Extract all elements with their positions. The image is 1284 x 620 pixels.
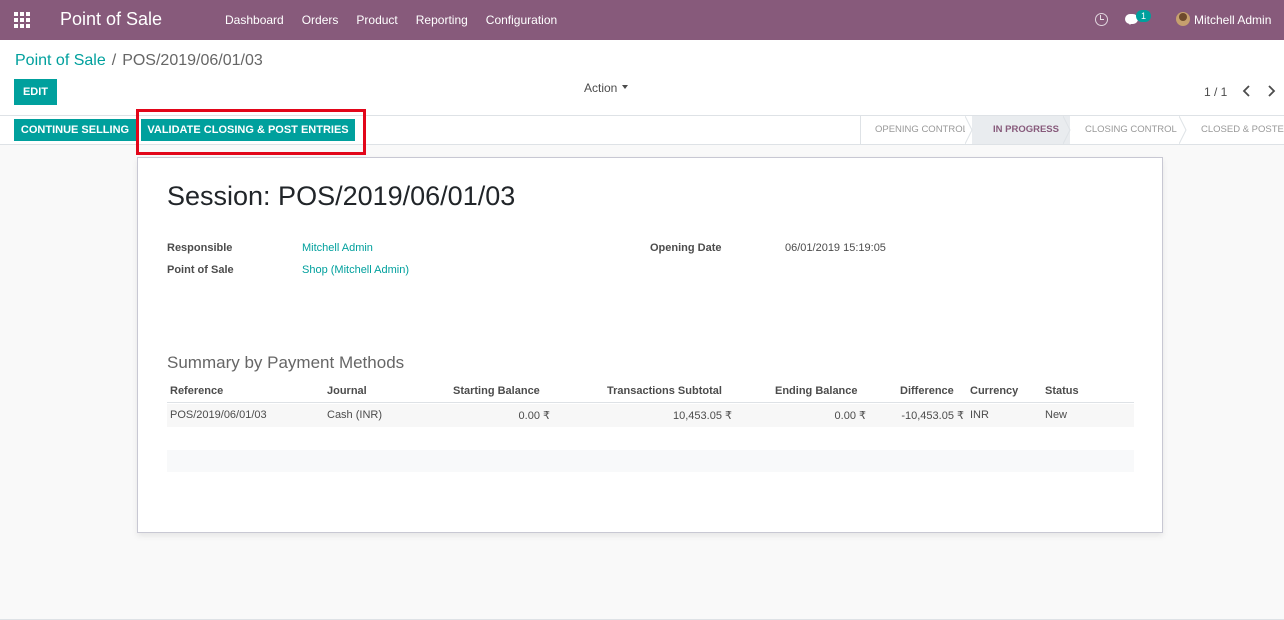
responsible-link[interactable]: Mitchell Admin	[302, 242, 373, 254]
menu-item-orders[interactable]: Orders	[302, 13, 339, 27]
stage-label: OPENING CONTROL	[875, 124, 968, 135]
stage-opening-control[interactable]: OPENING CONTROL	[861, 116, 973, 144]
app-title[interactable]: Point of Sale	[60, 9, 162, 30]
session-title: Session: POS/2019/06/01/03	[167, 181, 516, 211]
pager-previous-button[interactable]	[1240, 84, 1254, 98]
action-dropdown[interactable]: Action	[584, 81, 629, 95]
cell-journal: Cash (INR)	[327, 409, 383, 421]
highlight-annotation-box	[136, 109, 366, 155]
stage-arrow-icon	[1063, 116, 1071, 144]
point-of-sale-label: Point of Sale	[167, 264, 234, 276]
pager-value[interactable]: 1 / 1	[1204, 85, 1227, 99]
apps-grid-icon[interactable]	[14, 12, 30, 28]
main-menu: Dashboard Orders Product Reporting Confi…	[225, 13, 575, 27]
cell-transactions-subtotal: 10,453.05 ₹	[673, 410, 732, 422]
column-header-reference[interactable]: Reference	[170, 385, 223, 397]
opening-date-value: 06/01/2019 15:19:05	[785, 242, 886, 254]
cell-reference: POS/2019/06/01/03	[170, 409, 267, 421]
breadcrumb-separator: /	[111, 52, 117, 69]
avatar[interactable]	[1176, 12, 1190, 26]
cell-difference: -10,453.05 ₹	[901, 410, 964, 422]
cell-starting-balance: 0.00 ₹	[518, 410, 550, 422]
activity-clock-icon[interactable]	[1095, 13, 1108, 26]
form-sheet: Session: POS/2019/06/01/03 Responsible M…	[137, 157, 1163, 533]
point-of-sale-link[interactable]: Shop (Mitchell Admin)	[302, 264, 409, 276]
pager-next-button[interactable]	[1264, 84, 1278, 98]
cell-ending-balance: 0.00 ₹	[834, 410, 866, 422]
column-header-difference[interactable]: Difference	[900, 385, 954, 397]
payment-table-header: Reference Journal Starting Balance Trans…	[167, 383, 1134, 403]
menu-item-configuration[interactable]: Configuration	[486, 13, 557, 27]
stage-arrow-icon	[965, 116, 973, 144]
cell-currency: INR	[970, 409, 989, 421]
column-header-journal[interactable]: Journal	[327, 385, 367, 397]
caret-down-icon	[622, 84, 629, 89]
table-row[interactable]: POS/2019/06/01/03 Cash (INR) 0.00 ₹ 10,4…	[167, 404, 1134, 427]
breadcrumb-parent-link[interactable]: Point of Sale	[15, 52, 106, 69]
menu-item-product[interactable]: Product	[356, 13, 397, 27]
column-header-status[interactable]: Status	[1045, 385, 1079, 397]
control-panel: Point of Sale / POS/2019/06/01/03 EDIT Act…	[0, 40, 1284, 116]
chat-badge: 1	[1136, 10, 1151, 22]
stage-label: IN PROGRESS	[993, 124, 1059, 135]
continue-selling-button[interactable]: CONTINUE SELLING	[14, 119, 136, 141]
edit-button[interactable]: EDIT	[14, 79, 57, 105]
menu-item-reporting[interactable]: Reporting	[416, 13, 468, 27]
responsible-label: Responsible	[167, 242, 233, 254]
breadcrumb: Point of Sale / POS/2019/06/01/03	[15, 52, 263, 70]
column-header-ending-balance[interactable]: Ending Balance	[775, 385, 858, 397]
menu-item-dashboard[interactable]: Dashboard	[225, 13, 284, 27]
breadcrumb-current: POS/2019/06/01/03	[122, 52, 263, 69]
stage-label: CLOSING CONTROL	[1085, 124, 1177, 135]
column-header-currency[interactable]: Currency	[970, 385, 1018, 397]
stage-pipeline: OPENING CONTROL IN PROGRESS CLOSING CONT…	[860, 116, 1284, 144]
stage-label: CLOSED & POSTED	[1201, 124, 1284, 135]
stage-in-progress[interactable]: IN PROGRESS	[972, 116, 1071, 144]
column-header-starting-balance[interactable]: Starting Balance	[453, 385, 540, 397]
chevron-right-icon	[1268, 85, 1276, 97]
stage-closing-control[interactable]: CLOSING CONTROL	[1070, 116, 1187, 144]
chevron-left-icon	[1242, 85, 1250, 97]
top-navbar: Point of Sale Dashboard Orders Product R…	[0, 0, 1284, 40]
user-menu[interactable]: Mitchell Admin	[1194, 13, 1271, 27]
empty-table-row	[167, 450, 1134, 472]
column-header-transactions-subtotal[interactable]: Transactions Subtotal	[607, 385, 722, 397]
stage-closed-posted[interactable]: CLOSED & POSTED	[1186, 116, 1284, 144]
cell-status: New	[1045, 409, 1068, 421]
opening-date-label: Opening Date	[650, 242, 722, 254]
summary-section-title: Summary by Payment Methods	[167, 353, 405, 372]
action-label: Action	[584, 81, 618, 95]
stage-arrow-icon	[1179, 116, 1187, 144]
